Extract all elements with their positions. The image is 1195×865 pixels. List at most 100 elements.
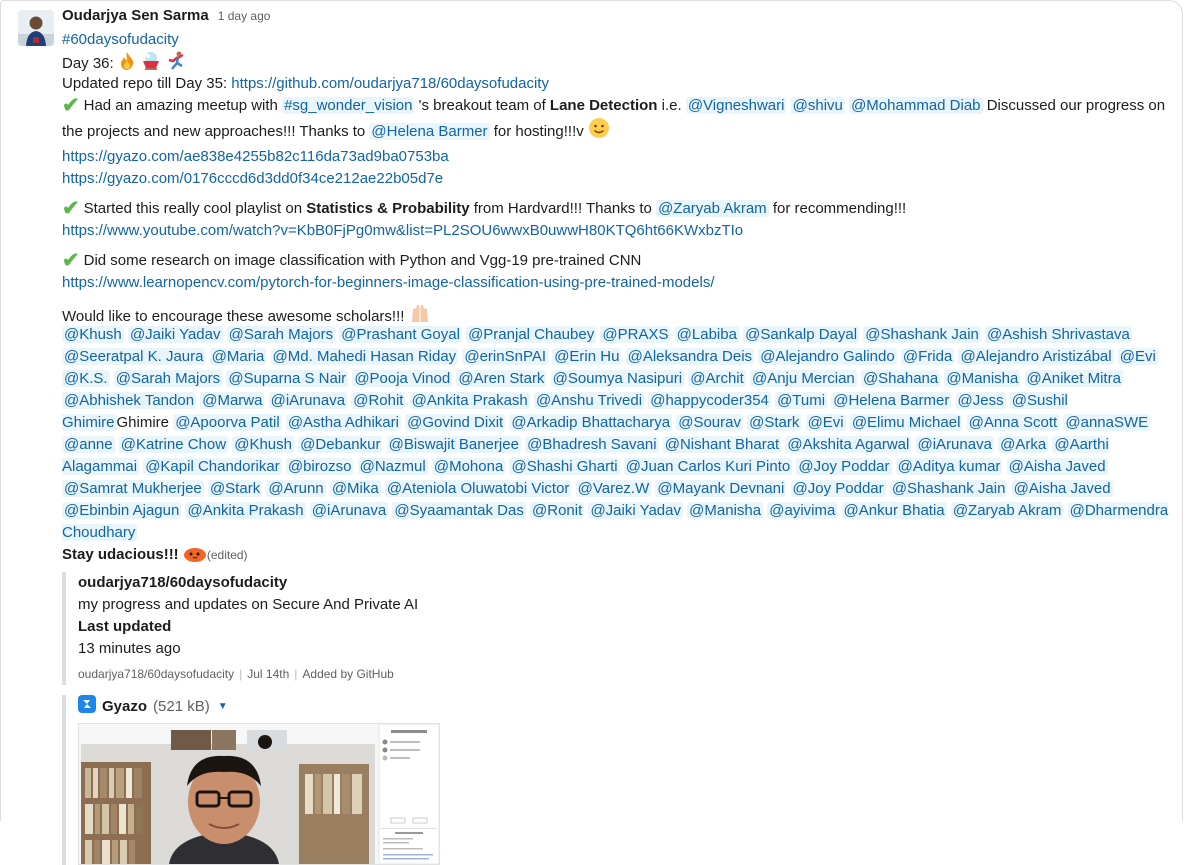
mention[interactable]: @Joy Poddar <box>796 458 892 475</box>
github-attachment[interactable]: oudarjya718/60daysofudacity my progress … <box>62 572 1174 685</box>
mention[interactable]: @Govind Dixit <box>405 414 506 431</box>
mention[interactable]: @Mayank Devnani <box>655 480 787 497</box>
mention[interactable]: @Khush <box>62 326 124 343</box>
mention[interactable]: @Alejandro Galindo <box>758 348 897 365</box>
mention[interactable]: @Evi <box>805 414 846 431</box>
mention[interactable]: @Ebinbin Ajagun <box>62 502 182 519</box>
mention[interactable]: @Arunn <box>266 480 326 497</box>
mention[interactable]: @Apoorva Patil <box>173 414 282 431</box>
mention[interactable]: @annaSWE <box>1063 414 1151 431</box>
mention[interactable]: @Manisha <box>944 370 1021 387</box>
mention[interactable]: @Abhishek Tandon <box>62 392 197 409</box>
author-name[interactable]: Oudarjya Sen Sarma <box>62 5 209 27</box>
mention[interactable]: @Juan Carlos Kuri Pinto <box>623 458 793 475</box>
mention[interactable]: @Frida <box>900 348 955 365</box>
mention[interactable]: @Vigneshwari <box>685 97 787 114</box>
mention[interactable]: @Nishant Bharat <box>662 436 782 453</box>
mention[interactable]: @Mohona <box>431 458 506 475</box>
mention[interactable]: @happycoder354 <box>648 392 771 409</box>
mention[interactable]: @Varez.W <box>575 480 652 497</box>
mention[interactable]: @Aleksandra Deis <box>625 348 755 365</box>
mention[interactable]: @iArunava <box>268 392 348 409</box>
mention[interactable]: @Soumya Nasipuri <box>550 370 685 387</box>
mention[interactable]: @Aditya kumar <box>895 458 1003 475</box>
mention[interactable]: @Jaiki Yadav <box>127 326 223 343</box>
mention[interactable]: @Mika <box>329 480 381 497</box>
mention[interactable]: @Jaiki Yadav <box>588 502 683 519</box>
channel-tag[interactable]: #60daysofudacity <box>62 31 179 48</box>
mention[interactable]: @Stark <box>207 480 263 497</box>
mention[interactable]: @Jess <box>955 392 1006 409</box>
mention[interactable]: @Zaryab Akram <box>950 502 1064 519</box>
mention[interactable]: @Shahana <box>860 370 941 387</box>
attachment-title[interactable]: oudarjya718/60daysofudacity <box>78 572 1174 594</box>
mention[interactable]: @Tumi <box>775 392 828 409</box>
research-link[interactable]: https://www.learnopencv.com/pytorch-for-… <box>62 274 715 291</box>
channel-link-sg-wonder-vision[interactable]: #sg_wonder_vision <box>282 97 415 114</box>
mention[interactable]: @Arkadip Bhattacharya <box>509 414 673 431</box>
repo-link[interactable]: https://github.com/oudarjya718/60daysofu… <box>231 75 549 92</box>
chevron-down-icon[interactable]: ▼ <box>218 696 228 718</box>
mention[interactable]: @Prashant Goyal <box>339 326 462 343</box>
mention[interactable]: @Mohammad Diab <box>849 97 983 114</box>
gyazo-link-1[interactable]: https://gyazo.com/ae838e4255b82c116da73a… <box>62 148 449 165</box>
mention[interactable]: @Astha Adhikari <box>285 414 401 431</box>
mention[interactable]: @Ashish Shrivastava <box>985 326 1132 343</box>
mention[interactable]: @Sourav <box>676 414 743 431</box>
mention[interactable]: @Ankur Bhatia <box>841 502 947 519</box>
mention[interactable]: @Aniket Mitra <box>1024 370 1123 387</box>
mention[interactable]: @Samrat Mukherjee <box>62 480 204 497</box>
mention[interactable]: @birozso <box>285 458 354 475</box>
mention[interactable]: @Anshu Trivedi <box>533 392 645 409</box>
gyazo-link-2[interactable]: https://gyazo.com/0176cccd6d3dd0f34ce212… <box>62 170 443 187</box>
mention[interactable]: @Stark <box>747 414 802 431</box>
mention[interactable]: @Aren Stark <box>456 370 547 387</box>
avatar[interactable] <box>18 10 54 46</box>
mention[interactable]: @Pranjal Chaubey <box>466 326 597 343</box>
mention[interactable]: @Shashank Jain <box>863 326 981 343</box>
mention[interactable]: @ayivima <box>767 502 838 519</box>
mention[interactable]: @Zaryab Akram <box>656 200 769 217</box>
gyazo-attachment[interactable]: Gyazo (521 kB) ▼ <box>62 694 1174 865</box>
mention[interactable]: @Marwa <box>200 392 265 409</box>
mention[interactable]: @Ankita Prakash <box>185 502 306 519</box>
mention[interactable]: @Arka <box>998 436 1049 453</box>
mention[interactable]: @Md. Mahedi Hasan Riday <box>270 348 459 365</box>
mention[interactable]: @Elimu Michael <box>849 414 963 431</box>
mention[interactable]: @Aisha Javed <box>1006 458 1108 475</box>
mention[interactable]: @erinSnPAI <box>462 348 549 365</box>
mention[interactable]: @Ankita Prakash <box>409 392 530 409</box>
mention[interactable]: @PRAXS <box>600 326 671 343</box>
mention[interactable]: @Suparna S Nair <box>226 370 349 387</box>
mention[interactable]: @Shashank Jain <box>889 480 1008 497</box>
youtube-link[interactable]: https://www.youtube.com/watch?v=KbB0FjPg… <box>62 222 743 239</box>
mention[interactable]: @Pooja Vinod <box>352 370 453 387</box>
mention[interactable]: @Labiba <box>674 326 739 343</box>
mention[interactable]: @Debankur <box>298 436 383 453</box>
mention[interactable]: @Manisha <box>687 502 764 519</box>
mention[interactable]: @Syaamantak Das <box>392 502 526 519</box>
mention[interactable]: @shivu <box>790 97 845 114</box>
gyazo-screenshot-preview[interactable] <box>78 723 440 865</box>
mention[interactable]: @K.S. <box>62 370 110 387</box>
mention[interactable]: @Sankalp Dayal <box>743 326 860 343</box>
mention[interactable]: @Akshita Agarwal <box>785 436 912 453</box>
timestamp[interactable]: 1 day ago <box>218 5 271 27</box>
mention[interactable]: @Ateniola Oluwatobi Victor <box>384 480 572 497</box>
mention[interactable]: @Shashi Gharti <box>509 458 620 475</box>
mention[interactable]: @Evi <box>1117 348 1158 365</box>
mention[interactable]: @anne <box>62 436 115 453</box>
mention[interactable]: @Nazmul <box>357 458 428 475</box>
mention[interactable]: @Sarah Majors <box>113 370 223 387</box>
mention[interactable]: @Archit <box>688 370 746 387</box>
mention[interactable]: @Bhadresh Savani <box>525 436 659 453</box>
mention[interactable]: @Katrine Chow <box>118 436 229 453</box>
mention[interactable]: @Anju Mercian <box>749 370 857 387</box>
mention[interactable]: @Kapil Chandorikar <box>143 458 282 475</box>
mention[interactable]: @Helena Barmer <box>369 123 490 140</box>
mention[interactable]: @Anna Scott <box>966 414 1060 431</box>
mention[interactable]: @Helena Barmer <box>831 392 952 409</box>
mention[interactable]: @Khush <box>232 436 294 453</box>
mention[interactable]: @Sarah Majors <box>226 326 336 343</box>
mention[interactable]: @Ronit <box>530 502 585 519</box>
